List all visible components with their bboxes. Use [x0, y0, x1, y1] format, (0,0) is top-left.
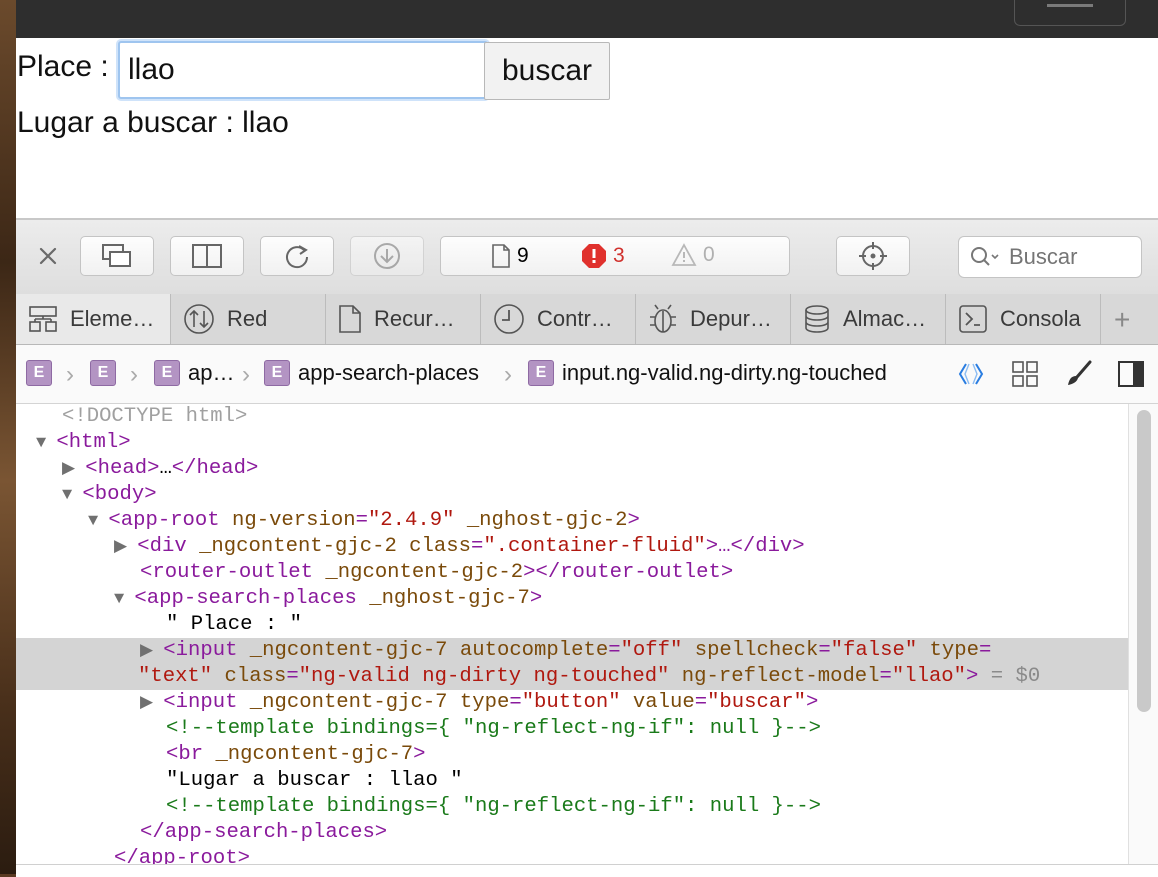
- download-button[interactable]: [350, 236, 424, 276]
- error-icon: [582, 244, 606, 268]
- desktop-background: [0, 0, 16, 874]
- inspector-search-input[interactable]: [1007, 243, 1131, 271]
- breadcrumb-separator-icon: ›: [504, 361, 512, 388]
- dom-node-app-root-end[interactable]: </app-root>: [114, 846, 250, 864]
- dom-tree: <!DOCTYPE html> ▼ <html> ▶ <head>…</head…: [16, 404, 1158, 864]
- web-inspector: 9 3 0 Eleme… Red: [16, 218, 1158, 877]
- document-icon: [492, 244, 510, 268]
- dom-breadcrumb: E › E › E ap… › E app-search-places › E …: [16, 345, 1158, 404]
- dom-tree-toggle-icon[interactable]: [956, 359, 986, 394]
- debugger-icon: [650, 304, 676, 333]
- inspector-bottom-edge: [16, 864, 1158, 877]
- breadcrumb-item[interactable]: E app-search-places: [264, 360, 479, 386]
- search-icon: [971, 247, 999, 266]
- tab-resources[interactable]: Recur…: [326, 294, 481, 344]
- dom-node-input-button[interactable]: ▶ <input _ngcontent-gjc-7 type="button" …: [140, 690, 818, 716]
- dom-node-text-lugar[interactable]: "Lugar a buscar : llao ": [166, 768, 463, 794]
- dom-node-html[interactable]: ▼ <html>: [36, 430, 131, 456]
- add-tab-icon[interactable]: +: [1114, 304, 1130, 336]
- inspect-element-button[interactable]: [836, 236, 910, 276]
- dom-node-body[interactable]: ▼ <body>: [62, 482, 157, 508]
- tab-storage[interactable]: Almac…: [791, 294, 946, 344]
- undock-icon: [102, 244, 131, 267]
- download-icon: [374, 243, 400, 269]
- dom-node-app-root[interactable]: ▼ <app-root ng-version="2.4.9" _nghost-g…: [88, 508, 640, 534]
- console-icon: [959, 305, 987, 333]
- breadcrumb-item[interactable]: E ap…: [154, 360, 234, 386]
- dom-node-br[interactable]: <br _ngcontent-gjc-7>: [166, 742, 426, 768]
- result-text: Lugar a buscar : llao: [17, 106, 289, 139]
- close-icon[interactable]: [36, 244, 60, 268]
- inspector-tabs: Eleme… Red Recur… Contr… Depur… Almac… C…: [16, 294, 1158, 345]
- dom-node-doctype[interactable]: <!DOCTYPE html>: [62, 404, 247, 430]
- inspector-search[interactable]: [958, 236, 1142, 278]
- details-sidebar-icon[interactable]: [1116, 359, 1146, 394]
- disclosure-open-icon[interactable]: ▼: [62, 486, 82, 505]
- dom-node-app-search-places[interactable]: ▼ <app-search-places _nghost-gjc-7>: [114, 586, 542, 612]
- errors-count: 3: [581, 243, 625, 269]
- crosshair-icon: [859, 242, 887, 270]
- top-bar-button[interactable]: [1014, 0, 1126, 26]
- resource-counts[interactable]: 9 3 0: [440, 236, 790, 276]
- disclosure-open-icon[interactable]: ▼: [88, 512, 108, 531]
- disclosure-closed-icon[interactable]: ▶: [140, 642, 163, 661]
- tab-network[interactable]: Red: [171, 294, 326, 344]
- paint-brush-icon[interactable]: [1064, 359, 1094, 394]
- breadcrumb-item-selected[interactable]: E input.ng-valid.ng-dirty.ng-touched: [528, 360, 887, 386]
- dom-node-div[interactable]: ▶ <div _ngcontent-gjc-2 class=".containe…: [114, 534, 805, 560]
- web-page: Place : buscar Lugar a buscar : llao: [16, 38, 1158, 218]
- disclosure-closed-icon[interactable]: ▶: [62, 460, 85, 479]
- dom-tree-scrollbar[interactable]: [1128, 404, 1158, 864]
- dock-side-button[interactable]: [170, 236, 244, 276]
- warning-icon: [671, 243, 697, 266]
- detach-window-button[interactable]: [80, 236, 154, 276]
- dom-node-router-outlet[interactable]: <router-outlet _ngcontent-gjc-2></router…: [140, 560, 733, 586]
- tab-elements[interactable]: Eleme…: [16, 294, 171, 344]
- disclosure-open-icon[interactable]: ▼: [114, 590, 134, 609]
- warnings-count: 0: [671, 243, 715, 267]
- dom-node-app-search-places-end[interactable]: </app-search-places>: [140, 820, 387, 846]
- search-button[interactable]: buscar: [484, 42, 610, 100]
- breadcrumb-item[interactable]: E: [26, 360, 52, 386]
- reload-button[interactable]: [260, 236, 334, 276]
- tab-console[interactable]: Consola: [946, 294, 1101, 344]
- dom-node-input-selected[interactable]: ▶ <input _ngcontent-gjc-7 autocomplete="…: [140, 638, 991, 664]
- breadcrumb-item[interactable]: E: [90, 360, 116, 386]
- network-icon: [184, 304, 214, 334]
- resources-icon: [339, 305, 361, 333]
- layout-grid-icon[interactable]: [1010, 359, 1040, 394]
- reload-icon: [286, 245, 309, 269]
- resources-count: 9: [491, 243, 529, 269]
- dock-side-icon: [192, 244, 222, 268]
- scrollbar-thumb[interactable]: [1137, 410, 1151, 712]
- dom-node-head[interactable]: ▶ <head>…</head>: [62, 456, 258, 482]
- breadcrumb-separator-icon: ›: [66, 361, 74, 388]
- disclosure-closed-icon[interactable]: ▶: [140, 694, 163, 713]
- browser-top-bar: [16, 0, 1158, 38]
- timelines-icon: [494, 304, 524, 334]
- disclosure-open-icon[interactable]: ▼: [36, 434, 56, 453]
- dom-node-input-selected-cont[interactable]: "text" class="ng-valid ng-dirty ng-touch…: [138, 664, 1040, 690]
- dom-node-comment[interactable]: <!--template bindings={ "ng-reflect-ng-i…: [166, 794, 821, 820]
- place-label: Place :: [17, 50, 109, 83]
- breadcrumb-separator-icon: ›: [242, 361, 250, 388]
- dom-node-text-place[interactable]: " Place : ": [166, 612, 302, 638]
- tab-debugger[interactable]: Depur…: [636, 294, 791, 344]
- elements-icon: [29, 306, 57, 332]
- disclosure-closed-icon[interactable]: ▶: [114, 538, 137, 557]
- breadcrumb-separator-icon: ›: [130, 361, 138, 388]
- dom-node-comment[interactable]: <!--template bindings={ "ng-reflect-ng-i…: [166, 716, 821, 742]
- place-input[interactable]: [118, 41, 488, 99]
- inspector-toolbar: 9 3 0: [16, 220, 1158, 295]
- storage-icon: [805, 305, 829, 333]
- tab-timelines[interactable]: Contr…: [481, 294, 636, 344]
